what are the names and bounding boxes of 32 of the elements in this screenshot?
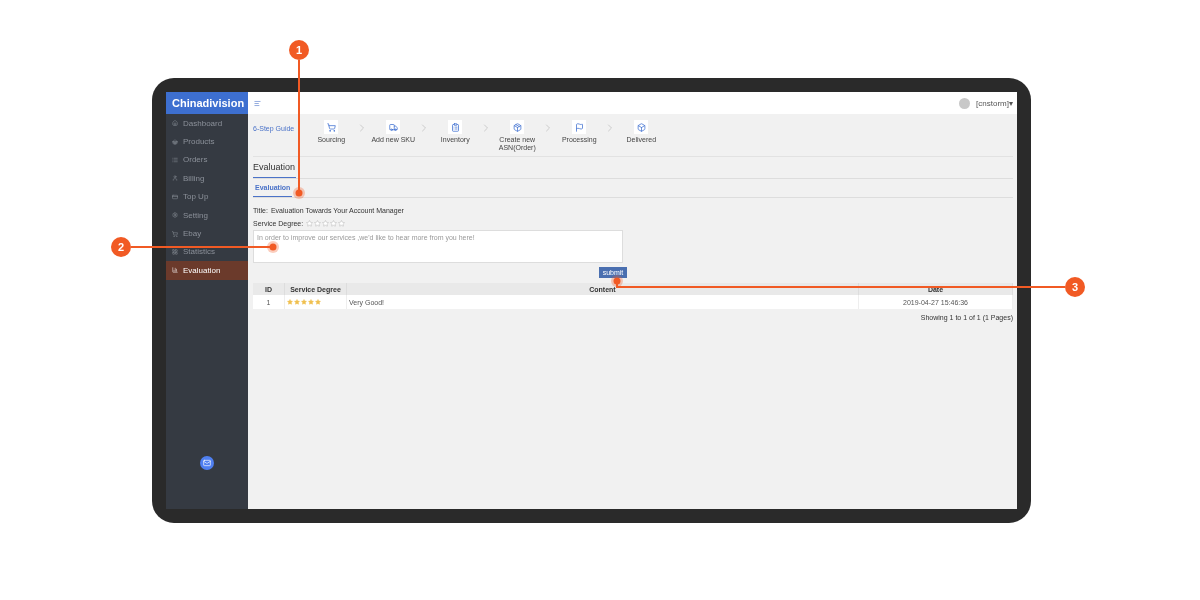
sidebar-item[interactable]: Dashboard bbox=[166, 114, 248, 133]
grid-icon bbox=[172, 248, 178, 255]
settings-icon bbox=[172, 212, 178, 219]
sidebar-item[interactable]: Evaluation bbox=[166, 261, 248, 280]
list-icon bbox=[172, 156, 178, 163]
card-icon bbox=[172, 193, 178, 200]
callout-number: 3 bbox=[1065, 277, 1085, 297]
truck-icon[interactable] bbox=[386, 120, 401, 134]
package-icon[interactable] bbox=[510, 120, 525, 134]
sidebar-item[interactable]: Orders bbox=[166, 150, 248, 170]
cart-icon bbox=[172, 230, 178, 237]
sidebar-item[interactable]: Products bbox=[166, 132, 248, 151]
basket-icon bbox=[172, 138, 178, 145]
box-icon[interactable] bbox=[634, 120, 649, 134]
callout-number: 1 bbox=[289, 40, 309, 60]
menu-icon[interactable] bbox=[254, 99, 261, 107]
sidebar-item[interactable]: Billing bbox=[166, 169, 248, 188]
logo: Chinadivision bbox=[166, 92, 248, 114]
home-icon bbox=[172, 120, 178, 127]
avatar-icon[interactable] bbox=[959, 97, 971, 109]
sidebar-item[interactable]: Top Up bbox=[166, 187, 248, 206]
flag-icon[interactable] bbox=[572, 120, 587, 134]
callout-number: 2 bbox=[111, 237, 131, 257]
mail-icon[interactable] bbox=[200, 456, 214, 470]
sidebar-item[interactable]: Statistics bbox=[166, 242, 248, 262]
sidebar-item[interactable]: Setting bbox=[166, 205, 248, 225]
user-icon bbox=[172, 175, 178, 182]
list-icon[interactable] bbox=[448, 120, 463, 134]
user-name[interactable]: [cnstorm]▾ bbox=[976, 98, 1013, 108]
bar-chart-icon bbox=[172, 267, 178, 274]
cart-icon[interactable] bbox=[324, 120, 339, 134]
sidebar-item[interactable]: Ebay bbox=[166, 224, 248, 243]
